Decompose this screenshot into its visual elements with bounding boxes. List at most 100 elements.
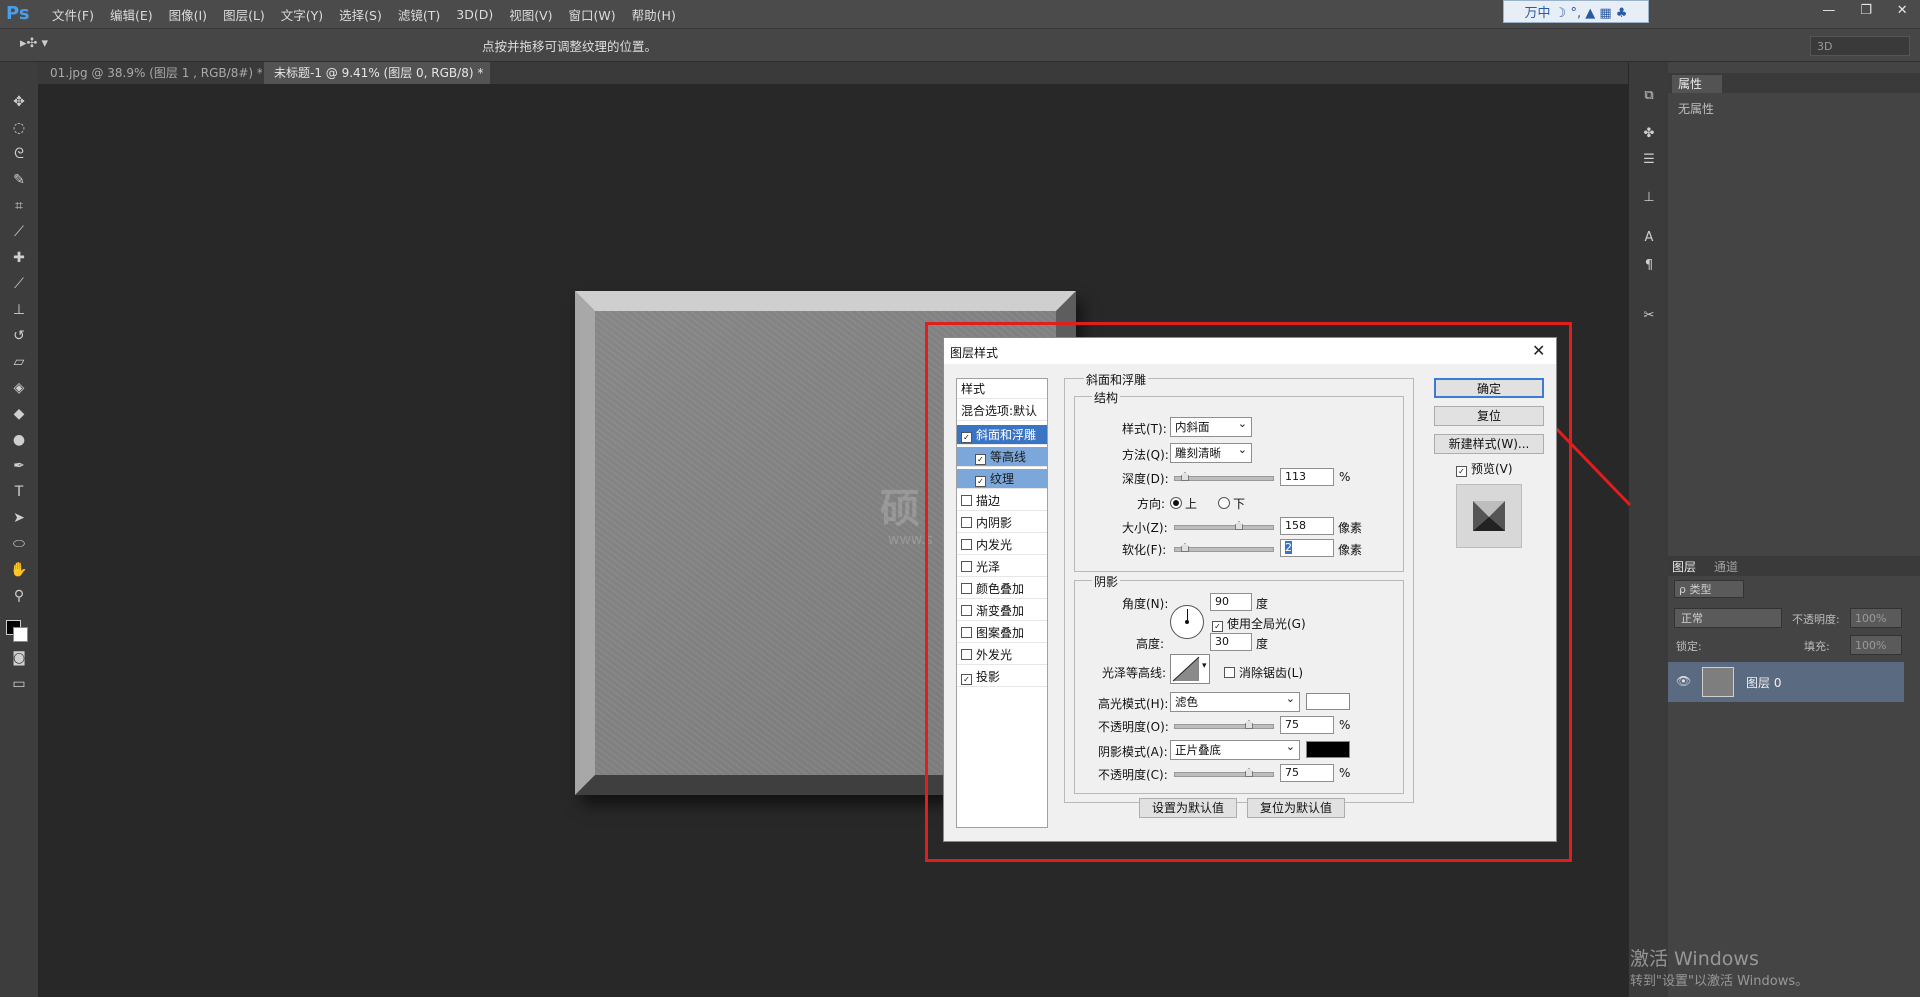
gloss-contour-picker[interactable]: ▾ [1170,654,1210,684]
technique-select[interactable]: 雕刻清晰 [1170,441,1252,463]
stamp-tool-icon[interactable]: ⊥ [9,300,29,320]
menu-type[interactable]: 文字(Y) [273,5,331,24]
fill-input[interactable]: 100% [1850,635,1902,655]
reset-button[interactable]: 复位 [1434,406,1544,426]
menu-layer[interactable]: 图层(L) [215,5,273,24]
checkbox[interactable] [961,539,972,550]
shadow-opacity-slider[interactable] [1174,768,1274,777]
styles-header[interactable]: 样式 [957,379,1047,399]
checkbox[interactable] [961,627,972,638]
checkbox[interactable]: ✓ [961,432,972,443]
restore-icon[interactable]: ❐ [1860,3,1872,18]
blend-mode-select[interactable]: 正常 [1674,608,1782,628]
ime-toolbar[interactable]: 万中 ☽ °, ▲ ▦ ♣ [1503,0,1649,23]
adjustments-panel-icon[interactable]: ☰ [1639,150,1659,170]
checkbox[interactable] [961,649,972,660]
layer-thumbnail[interactable] [1702,667,1734,697]
menu-select[interactable]: 选择(S) [331,5,390,24]
style-item-pattern-overlay[interactable]: 图案叠加 [957,623,1047,643]
angle-input[interactable]: 90 [1210,593,1252,611]
close-icon[interactable]: ✕ [1897,3,1908,18]
chevron-down-icon[interactable]: ▾ [1202,661,1207,671]
layer-filter-select[interactable]: ρ 类型 [1674,580,1744,598]
menu-window[interactable]: 窗口(W) [561,5,624,24]
hand-tool-icon[interactable]: ✋ [9,560,29,580]
highlight-opacity-slider[interactable] [1174,720,1274,729]
move-tool-options-icon[interactable]: ▸✣ ▾ [20,36,48,51]
opacity-input[interactable]: 100% [1850,608,1902,628]
zoom-tool-icon[interactable]: ⚲ [9,586,29,606]
checkbox[interactable] [961,605,972,616]
quick-select-tool-icon[interactable]: ✎ [9,170,29,190]
highlight-mode-select[interactable]: 滤色 [1170,690,1300,712]
color-swatches-icon[interactable] [4,618,34,642]
tab-channels[interactable]: 通道 [1714,558,1738,575]
menu-file[interactable]: 文件(F) [44,5,102,24]
blend-options-item[interactable]: 混合选项:默认 [957,401,1047,421]
menu-image[interactable]: 图像(I) [161,5,215,24]
set-default-button[interactable]: 设置为默认值 [1139,798,1237,818]
soften-input[interactable]: 2 [1280,539,1334,557]
quick-mask-icon[interactable]: ◙ [9,648,29,668]
tool-presets-panel-icon[interactable]: ✂ [1639,306,1659,326]
menu-edit[interactable]: 编辑(E) [102,5,161,24]
checkbox[interactable]: ✓ [961,674,972,685]
visibility-eye-icon[interactable]: 👁 [1676,674,1691,688]
size-input[interactable]: 158 [1280,517,1334,535]
style-item-contour[interactable]: ✓ 等高线 [957,447,1047,467]
highlight-color-swatch[interactable] [1306,693,1350,710]
character-panel-icon[interactable]: A [1639,228,1659,248]
screen-mode-icon[interactable]: ▭ [9,674,29,694]
depth-input[interactable]: 113 [1280,468,1334,486]
soften-slider[interactable] [1174,543,1274,552]
reset-default-button[interactable]: 复位为默认值 [1247,798,1345,818]
style-item-satin[interactable]: 光泽 [957,557,1047,577]
style-item-stroke[interactable]: 描边 [957,491,1047,511]
ok-button[interactable]: 确定 [1434,378,1544,398]
checkbox[interactable] [961,495,972,506]
checkbox[interactable] [961,561,972,572]
checkbox[interactable] [961,583,972,594]
shadow-opacity-input[interactable]: 75 [1280,764,1334,782]
direction-up-radio[interactable]: 上 [1170,495,1197,512]
highlight-opacity-input[interactable]: 75 [1280,716,1334,734]
brush-tool-icon[interactable]: ⟋ [9,274,29,294]
bevel-style-select[interactable]: 内斜面 [1170,415,1252,437]
global-light-checkbox[interactable]: ✓ 使用全局光(G) [1212,615,1306,632]
checkbox[interactable]: ✓ [975,454,986,465]
style-item-texture[interactable]: ✓ 纹理 [957,469,1047,489]
eraser-tool-icon[interactable]: ▱ [9,352,29,372]
style-item-color-overlay[interactable]: 颜色叠加 [957,579,1047,599]
direction-down-radio[interactable]: 下 [1218,495,1245,512]
document-tab[interactable]: 01.jpg @ 38.9% (图层 1 , RGB/8#) * [40,62,262,84]
crop-tool-icon[interactable]: ⌗ [9,196,29,216]
angle-dial[interactable] [1170,605,1204,639]
tab-properties[interactable]: 属性 [1672,75,1722,93]
style-item-outer-glow[interactable]: 外发光 [957,645,1047,665]
checkbox[interactable]: ✓ [975,476,986,487]
move-tool-icon[interactable]: ✥ [9,92,29,112]
size-slider[interactable] [1174,521,1274,530]
path-select-tool-icon[interactable]: ➤ [9,508,29,528]
menu-view[interactable]: 视图(V) [501,5,560,24]
history-panel-icon[interactable]: ⧉ [1639,86,1659,106]
history-brush-tool-icon[interactable]: ↺ [9,326,29,346]
brush-panel-icon[interactable]: ✤ [1639,124,1659,144]
minimize-icon[interactable]: — [1822,3,1835,18]
paragraph-panel-icon[interactable]: ¶ [1639,256,1659,276]
eyedropper-tool-icon[interactable]: ⟋ [9,222,29,242]
marquee-tool-icon[interactable]: ◌ [9,118,29,138]
menu-help[interactable]: 帮助(H) [624,5,684,24]
style-item-inner-glow[interactable]: 内发光 [957,535,1047,555]
clone-source-panel-icon[interactable]: ⊥ [1639,188,1659,208]
healing-brush-tool-icon[interactable]: ✚ [9,248,29,268]
pen-tool-icon[interactable]: ✒ [9,456,29,476]
paint-bucket-tool-icon[interactable]: ◈ [9,378,29,398]
ellipse-tool-icon[interactable]: ⬭ [9,534,29,554]
dodge-tool-icon[interactable]: ● [9,430,29,450]
lasso-tool-icon[interactable]: ᘓ [9,144,29,164]
type-tool-icon[interactable]: T [9,482,29,502]
workspace-select[interactable]: 3D [1810,36,1910,56]
style-item-bevel[interactable]: ✓ 斜面和浮雕 [957,425,1047,445]
menu-3d[interactable]: 3D(D) [448,7,501,22]
